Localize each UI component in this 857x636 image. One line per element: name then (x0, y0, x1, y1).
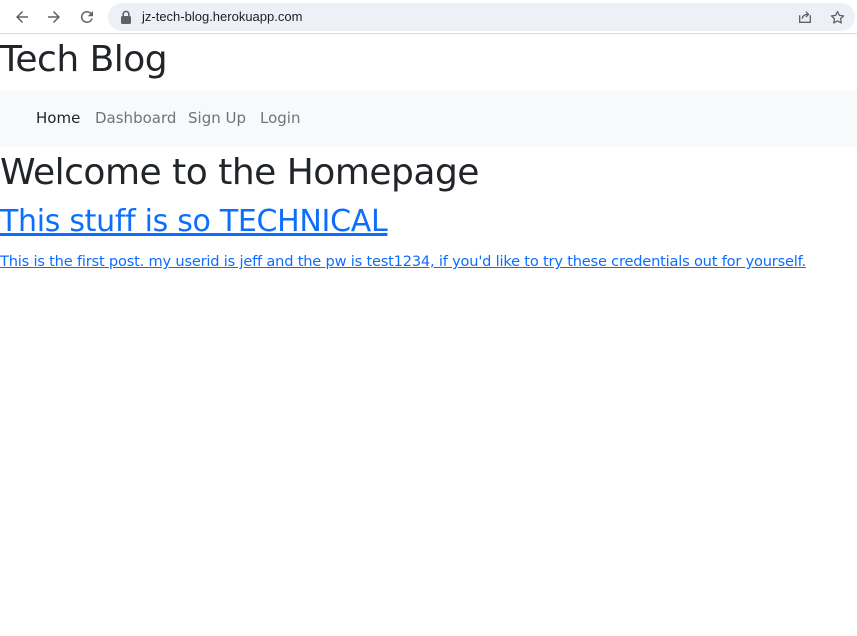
star-icon[interactable] (828, 8, 846, 26)
nav-link-home[interactable]: Home (36, 109, 80, 127)
post-body-link[interactable]: This is the first post. my userid is jef… (0, 253, 806, 270)
address-bar[interactable]: jz-tech-blog.herokuapp.com (108, 3, 855, 31)
site-title: Tech Blog (0, 39, 168, 80)
page-content: Tech Blog Home Dashboard Sign Up Login W… (0, 35, 857, 636)
page-heading: Welcome to the Homepage (0, 152, 479, 193)
forward-arrow-icon[interactable] (42, 5, 66, 29)
browser-toolbar: jz-tech-blog.herokuapp.com (0, 0, 857, 34)
address-url[interactable]: jz-tech-blog.herokuapp.com (142, 9, 302, 24)
lock-icon (121, 10, 131, 24)
reload-icon[interactable] (75, 5, 99, 29)
nav-link-dashboard[interactable]: Dashboard (95, 109, 176, 127)
share-icon[interactable] (796, 8, 814, 26)
nav-link-sign-up[interactable]: Sign Up (188, 109, 246, 127)
navbar: Home Dashboard Sign Up Login (0, 91, 857, 147)
nav-link-login[interactable]: Login (260, 109, 300, 127)
post-title-link[interactable]: This stuff is so TECHNICAL (0, 204, 388, 239)
back-arrow-icon[interactable] (10, 5, 34, 29)
